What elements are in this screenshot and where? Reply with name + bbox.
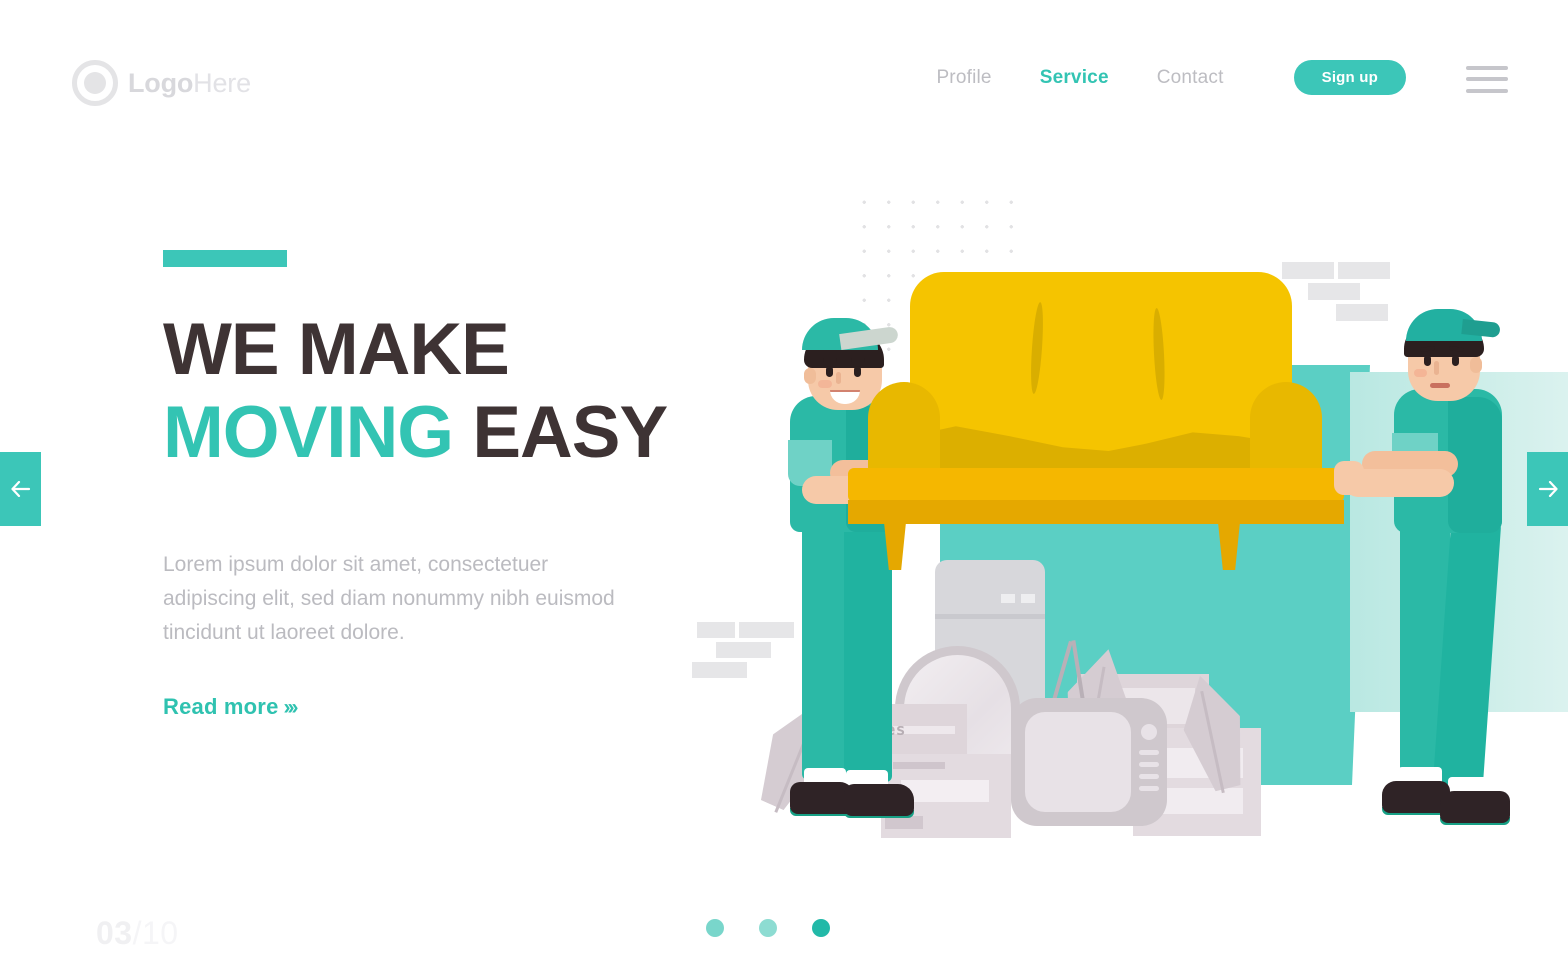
hero-paragraph: Lorem ipsum dolor sit amet, consectetuer… bbox=[163, 552, 615, 644]
logo[interactable]: LogoHere bbox=[72, 60, 251, 106]
hero-copy: WE MAKE MOVING EASY Lorem ipsum dolor si… bbox=[163, 250, 703, 720]
slider-dot-2[interactable] bbox=[759, 919, 777, 937]
hero-slider-page: Clothes bbox=[0, 0, 1568, 980]
main-navigation: Profile Service Contact Sign up bbox=[912, 60, 1508, 95]
slider-next-button[interactable] bbox=[1527, 452, 1568, 526]
nav-item-service[interactable]: Service bbox=[1016, 67, 1133, 89]
accent-rule bbox=[163, 250, 287, 267]
slide-counter-current: 03 bbox=[96, 915, 133, 951]
logo-text-light: Here bbox=[193, 67, 251, 98]
sign-up-button[interactable]: Sign up bbox=[1293, 60, 1406, 95]
slider-dot-3[interactable] bbox=[812, 919, 830, 937]
slider-dot-1[interactable] bbox=[706, 919, 724, 937]
brick-decoration bbox=[716, 642, 771, 658]
logo-text: LogoHere bbox=[128, 68, 251, 99]
read-more-label: Read more bbox=[163, 693, 279, 719]
chevron-right-icon: ››› bbox=[283, 695, 299, 719]
hamburger-menu-icon[interactable] bbox=[1466, 63, 1508, 93]
sofa-illustration bbox=[840, 272, 1346, 572]
arrow-right-icon bbox=[1538, 481, 1558, 497]
television-illustration bbox=[1011, 698, 1167, 826]
slide-counter-total: /10 bbox=[132, 915, 179, 951]
nav-item-contact[interactable]: Contact bbox=[1133, 67, 1248, 89]
slide-counter: 03/10 bbox=[96, 915, 179, 952]
shoe-icon bbox=[1440, 791, 1510, 823]
circle-logo-icon bbox=[72, 60, 118, 106]
headline-line-1: WE MAKE bbox=[163, 309, 510, 390]
arrow-left-icon bbox=[10, 481, 30, 497]
headline-accent-word: MOVING bbox=[163, 391, 454, 473]
mover-character-right bbox=[1334, 305, 1532, 825]
logo-text-bold: Logo bbox=[128, 67, 194, 98]
shoe-icon bbox=[844, 784, 914, 816]
nav-item-profile[interactable]: Profile bbox=[912, 67, 1015, 89]
slider-pagination bbox=[706, 919, 830, 937]
page-title: WE MAKE MOVING EASY bbox=[163, 313, 703, 469]
headline-line-2-rest: EASY bbox=[453, 391, 668, 473]
slider-prev-button[interactable] bbox=[0, 452, 41, 526]
read-more-link[interactable]: Read more ››› bbox=[163, 693, 299, 720]
site-header: LogoHere Profile Service Contact Sign up bbox=[0, 0, 1568, 160]
